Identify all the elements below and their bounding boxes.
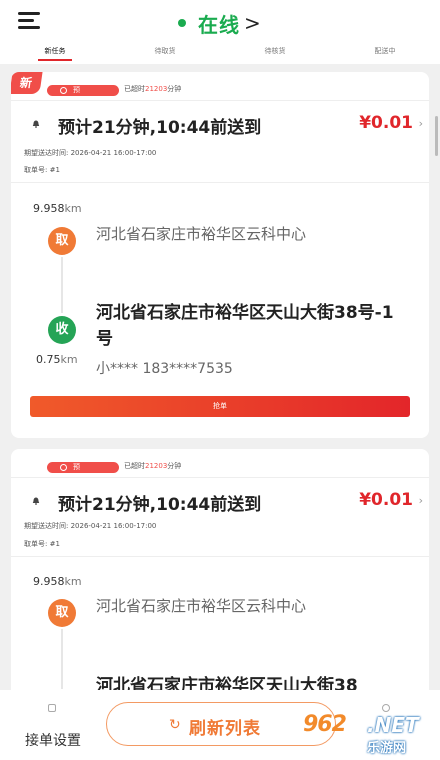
preorder-badge-label: 预 (73, 463, 80, 471)
pickup-marker: 取 (48, 599, 76, 627)
clock-icon (60, 87, 67, 94)
pickup-number: 取单号: #1 (24, 166, 60, 174)
tab-awaiting-pickup[interactable]: 待取货 (110, 44, 220, 64)
dropoff-marker: 收 (48, 316, 76, 344)
scrollbar[interactable] (435, 116, 438, 156)
tab-new-tasks[interactable]: 新任务 (0, 44, 110, 64)
dropoff-distance: 0.75km (36, 353, 78, 366)
online-status-toggle[interactable]: 在线 > (178, 9, 261, 37)
route-line (61, 629, 63, 689)
pickup-distance: 9.958km (33, 575, 82, 588)
online-status-label: 在线 (198, 12, 240, 37)
menu-icon[interactable] (18, 12, 40, 30)
refresh-list-label: 刷新列表 (189, 719, 261, 739)
order-tabs: 新任务 待取货 待核货 配送中 (0, 44, 440, 64)
bell-icon (32, 497, 40, 505)
order-summary: 预计21分钟,10:44前送到 ¥0.01 › (11, 100, 429, 150)
bell-icon (32, 120, 40, 128)
order-summary: 预计21分钟,10:44前送到 ¥0.01 › (11, 477, 429, 527)
new-badge: 新 (11, 72, 43, 94)
overtime-text: 已超时21203分钟 (124, 85, 182, 93)
profile-icon[interactable] (382, 704, 390, 712)
pickup-marker: 取 (48, 227, 76, 255)
order-card[interactable]: 新 预 已超时21203分钟 预计21分钟,10:44前送到 ¥0.01 › 期… (11, 72, 429, 438)
online-dot-icon (178, 19, 186, 27)
overtime-text: 已超时21203分钟 (124, 462, 182, 470)
pickup-address: 河北省石家庄市裕华区云科中心 (96, 597, 307, 615)
pickup-number: 取单号: #1 (24, 540, 60, 548)
expected-time: 期望送达时间: 2026-04-21 16:00-17:00 (24, 522, 157, 530)
chevron-right-icon[interactable]: › (419, 117, 423, 130)
expected-time: 期望送达时间: 2026-04-21 16:00-17:00 (24, 149, 157, 157)
chevron-right-icon[interactable]: › (419, 494, 423, 507)
grab-order-button[interactable]: 抢单 (30, 396, 410, 417)
preorder-badge-label: 预 (73, 86, 80, 94)
tab-awaiting-check[interactable]: 待核货 (220, 44, 330, 64)
dropoff-address: 河北省石家庄市裕华区天山大街38号-1号 (96, 303, 394, 349)
route-line (61, 257, 63, 313)
pickup-distance: 9.958km (33, 202, 82, 215)
pickup-address: 河北省石家庄市裕华区云科中心 (96, 225, 307, 243)
tab-delivering[interactable]: 配送中 (330, 44, 440, 64)
clock-icon (60, 464, 67, 471)
chevron-right-icon: > (244, 11, 261, 35)
top-bar: 在线 > (0, 0, 440, 44)
settings-icon[interactable] (48, 704, 56, 712)
preorder-badge: 预 (47, 85, 119, 96)
site-watermark-logo: 962 .NET 乐游网 (303, 712, 419, 756)
customer-contact: 小**** 183****7535 (96, 361, 233, 377)
refresh-icon: ↻ (169, 717, 181, 733)
eta-text: 预计21分钟,10:44前送到 (58, 495, 262, 515)
eta-text: 预计21分钟,10:44前送到 (58, 118, 262, 138)
order-settings-button[interactable]: 接单设置 (25, 730, 81, 750)
order-price: ¥0.01 (359, 113, 413, 133)
refresh-list-button[interactable]: ↻ 刷新列表 (106, 702, 336, 746)
preorder-badge: 预 (47, 462, 119, 473)
order-price: ¥0.01 (359, 490, 413, 510)
